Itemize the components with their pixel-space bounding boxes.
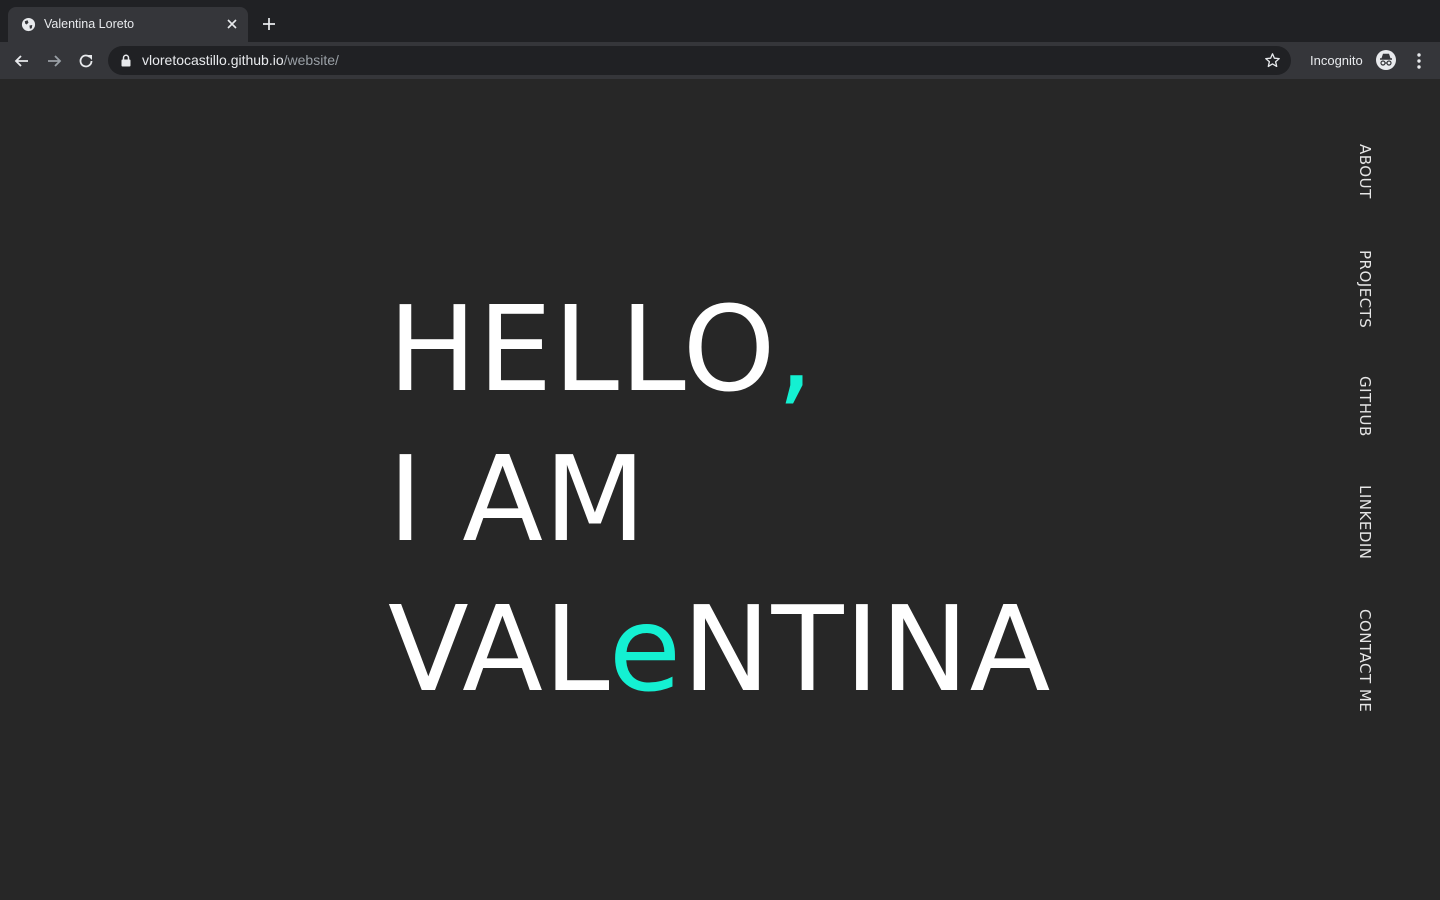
side-navigation: ABOUT PROJECTS GITHUB LINKEDIN CONTACT M… xyxy=(1356,144,1380,744)
kebab-menu-icon[interactable] xyxy=(1410,51,1428,71)
globe-icon xyxy=(21,17,36,32)
reload-icon[interactable] xyxy=(76,51,96,71)
back-arrow-icon[interactable] xyxy=(12,51,32,71)
page-viewport: HELLO, I AM VALeNTINA ABOUT PROJECTS GIT… xyxy=(0,79,1440,900)
hero-line-hello: HELLO, xyxy=(388,274,1051,424)
browser-tab[interactable]: Valentina Loreto xyxy=(8,7,248,42)
address-bar[interactable]: vloretocastillo.github.io/website/ xyxy=(108,46,1291,75)
plus-icon[interactable] xyxy=(260,15,278,33)
url-path: /website/ xyxy=(283,52,339,68)
tab-title: Valentina Loreto xyxy=(44,17,135,31)
nav-github-link[interactable]: GITHUB xyxy=(1356,376,1374,437)
name-part-2: NTINA xyxy=(682,580,1052,718)
nav-about-link[interactable]: ABOUT xyxy=(1356,144,1374,199)
url-host: vloretocastillo.github.io xyxy=(142,52,284,68)
name-accent-letter: e xyxy=(608,580,683,718)
hero-line-i-am: I AM xyxy=(388,430,647,568)
incognito-icon[interactable] xyxy=(1375,49,1397,71)
hero-line-name: VALeNTINA xyxy=(388,574,1051,724)
name-part-1: VAL xyxy=(388,580,609,718)
incognito-label[interactable]: Incognito xyxy=(1310,53,1363,69)
hello-comma-accent: , xyxy=(776,280,815,418)
browser-toolbar: vloretocastillo.github.io/website/ Incog… xyxy=(0,42,1440,79)
hello-text: HELLO xyxy=(388,280,777,418)
nav-linkedin-link[interactable]: LINKEDIN xyxy=(1356,485,1374,560)
hero-heading: HELLO, I AM VALeNTINA xyxy=(388,274,1051,724)
lock-icon[interactable] xyxy=(120,54,132,67)
close-icon[interactable] xyxy=(224,16,240,32)
forward-arrow-icon[interactable] xyxy=(44,51,64,71)
nav-projects-link[interactable]: PROJECTS xyxy=(1356,250,1374,328)
star-icon[interactable] xyxy=(1264,52,1281,69)
nav-contact-link[interactable]: CONTACT ME xyxy=(1356,609,1374,712)
tab-strip: Valentina Loreto xyxy=(0,0,1440,42)
url-text[interactable]: vloretocastillo.github.io/website/ xyxy=(142,52,339,69)
